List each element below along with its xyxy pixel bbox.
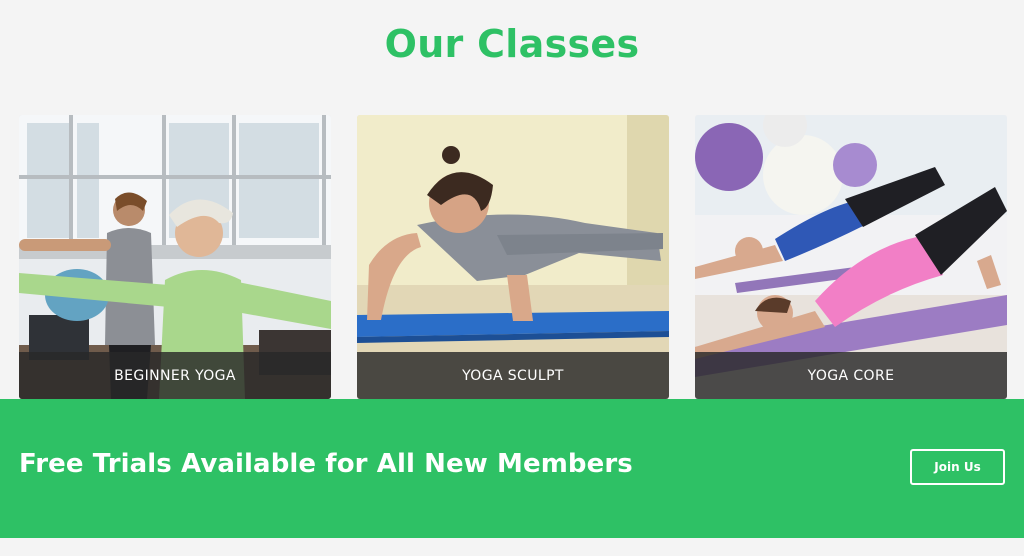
banner-headline: Free Trials Available for All New Member…: [19, 449, 633, 479]
class-card-yoga-sculpt[interactable]: YOGA SCULPT: [357, 115, 669, 399]
class-caption-bar: YOGA SCULPT: [357, 352, 669, 399]
class-label-beginner-yoga: BEGINNER YOGA: [114, 367, 236, 384]
class-caption-bar: BEGINNER YOGA: [19, 352, 331, 399]
class-caption-bar: YOGA CORE: [695, 352, 1007, 399]
join-us-button[interactable]: Join Us: [910, 449, 1005, 485]
bottom-strip: [0, 538, 1024, 556]
class-card-beginner-yoga[interactable]: BEGINNER YOGA: [19, 115, 331, 399]
free-trial-banner: Free Trials Available for All New Member…: [0, 399, 1024, 538]
classes-page: Our Classes BEGINNER YOGA YOGA SCULPT YO…: [0, 0, 1024, 556]
class-label-yoga-sculpt: YOGA SCULPT: [462, 367, 564, 384]
class-card-yoga-core[interactable]: YOGA CORE: [695, 115, 1007, 399]
section-title: Our Classes: [384, 22, 640, 66]
class-label-yoga-core: YOGA CORE: [807, 367, 895, 384]
